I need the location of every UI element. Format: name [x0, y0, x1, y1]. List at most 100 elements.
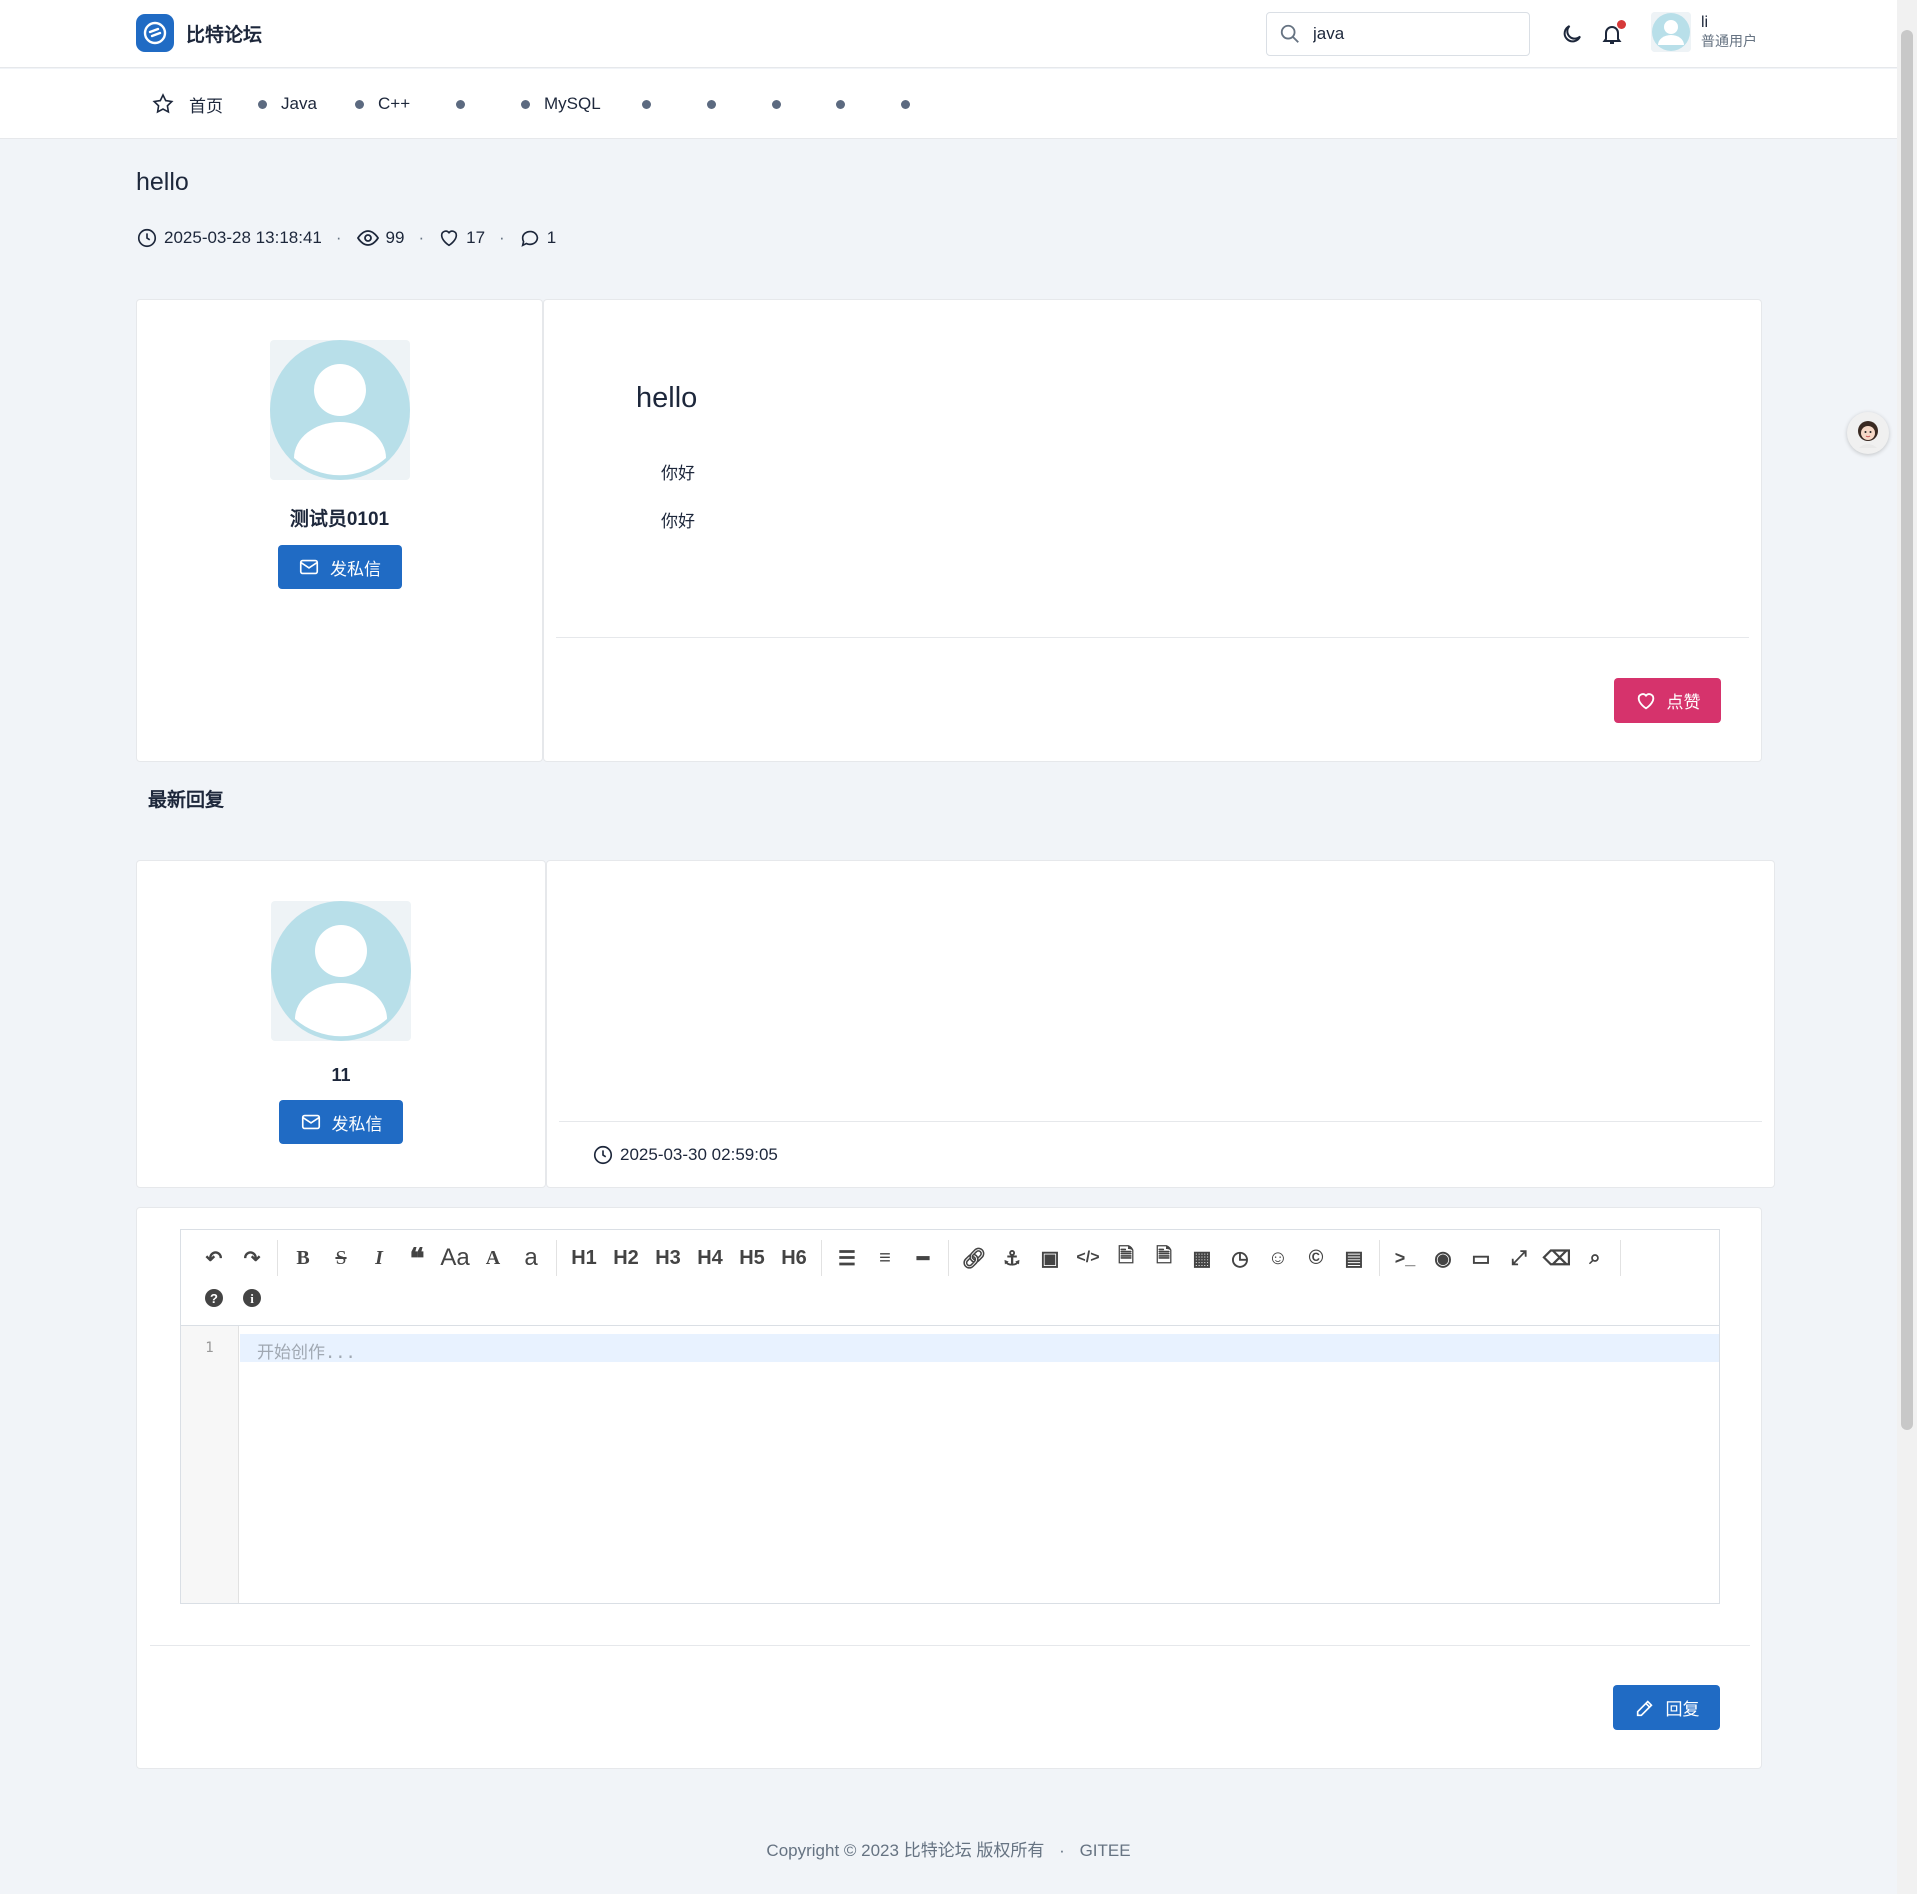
h3-icon[interactable]: H3 — [647, 1240, 689, 1276]
toolbar-divider — [1379, 1240, 1380, 1276]
author-name: 测试员0101 — [289, 509, 390, 530]
search-icon — [1280, 24, 1299, 43]
code-block-icon[interactable]: 🗎︎ — [1107, 1240, 1145, 1276]
clock-icon — [593, 1145, 613, 1165]
reply-content-card: 2025-03-30 02:59:05 — [546, 860, 1775, 1188]
strikethrough-icon[interactable]: S — [322, 1240, 360, 1276]
toolbar-divider — [556, 1240, 557, 1276]
toolbar-divider — [948, 1240, 949, 1276]
content-heading: hello — [636, 382, 698, 414]
search-input[interactable] — [1313, 24, 1513, 44]
help-icon[interactable]: ? — [195, 1280, 233, 1316]
search-icon[interactable]: ⌕ — [1576, 1240, 1614, 1276]
article-meta: 2025-03-28 13:18:41 · 99 · 17 · 1 — [136, 226, 556, 250]
comment-icon — [521, 230, 538, 247]
dark-mode-toggle[interactable] — [1558, 20, 1586, 48]
unordered-list-icon[interactable]: ☰ — [828, 1240, 866, 1276]
submit-reply-label: 回复 — [1665, 1700, 1700, 1719]
h2-icon[interactable]: H2 — [605, 1240, 647, 1276]
nav-item-blank-6[interactable] — [901, 93, 910, 115]
preview-eye-icon[interactable]: ◉ — [1424, 1240, 1462, 1276]
inline-code-icon[interactable]: </> — [1069, 1240, 1107, 1276]
notifications-button[interactable] — [1598, 20, 1626, 48]
toolbar-divider — [1620, 1240, 1621, 1276]
like-button-label: 点赞 — [1666, 693, 1701, 712]
user-menu[interactable]: li 普通用户 — [1651, 12, 1757, 52]
assistant-avatar-icon — [1858, 421, 1878, 448]
nav-item-blank-3[interactable] — [707, 93, 716, 115]
datetime-icon[interactable]: ◷ — [1221, 1240, 1259, 1276]
reply-datetime: 2025-03-30 02:59:05 — [592, 1144, 778, 1166]
code-file-icon[interactable]: 🗎︎ — [1145, 1240, 1183, 1276]
emoji-icon[interactable]: ☺ — [1259, 1240, 1297, 1276]
replies-section-label: 最新回复 — [148, 790, 225, 811]
reply-author-name: 11 — [331, 1065, 351, 1085]
image-icon[interactable]: ▣ — [1031, 1240, 1069, 1276]
brand[interactable]: 比特论坛 — [136, 14, 262, 52]
table-icon[interactable]: ▦ — [1183, 1240, 1221, 1276]
bullet-icon — [258, 99, 267, 109]
reply-send-message-button[interactable]: 发私信 — [279, 1100, 403, 1144]
bold-icon[interactable]: B — [284, 1240, 322, 1276]
italic-icon[interactable]: I — [360, 1240, 398, 1276]
info-icon[interactable]: i — [233, 1280, 271, 1316]
like-count: 17 — [466, 228, 486, 247]
submit-reply-button[interactable]: 回复 — [1613, 1685, 1720, 1730]
h5-icon[interactable]: H5 — [731, 1240, 773, 1276]
h4-icon[interactable]: H4 — [689, 1240, 731, 1276]
page-scrollbar[interactable] — [1897, 0, 1917, 1894]
brand-logo-icon — [136, 14, 174, 52]
editor-placeholder[interactable]: 开始创作... — [257, 1338, 356, 1363]
uppercase-icon[interactable]: Aa — [436, 1240, 474, 1276]
content-paragraph: 你好 — [661, 512, 695, 531]
eraser-icon[interactable]: ⌫ — [1538, 1240, 1576, 1276]
scrollbar-thumb[interactable] — [1901, 30, 1913, 1430]
terminal-icon[interactable]: >_ — [1386, 1240, 1424, 1276]
nav-item-mysql[interactable]: MySQL — [521, 93, 601, 115]
toolbar-divider — [277, 1240, 278, 1276]
quote-icon[interactable]: ❝ — [398, 1240, 436, 1276]
anchor-icon[interactable]: ⚓︎ — [993, 1240, 1031, 1276]
eye-icon — [356, 230, 379, 246]
comment-count: 1 — [546, 228, 557, 247]
desktop-icon[interactable]: ▭ — [1462, 1240, 1500, 1276]
nav-item-cpp[interactable]: C++ — [355, 93, 410, 115]
lowercase-icon[interactable]: a — [512, 1240, 550, 1276]
link-icon[interactable]: 🔗︎ — [955, 1240, 993, 1276]
moon-icon — [1563, 25, 1581, 43]
html-entity-icon[interactable]: © — [1297, 1240, 1335, 1276]
nav-item-blank-4[interactable] — [772, 93, 781, 115]
markdown-editor[interactable]: ↶ ↷ B S I ❝ Aa A a H1 H2 H3 H4 H5 H6 ☰ ≡… — [180, 1229, 1720, 1604]
nav-item-home[interactable]: 首页 — [151, 93, 223, 116]
redo-icon[interactable]: ↷ — [233, 1240, 271, 1276]
h1-icon[interactable]: H1 — [563, 1240, 605, 1276]
search-box[interactable] — [1266, 12, 1530, 56]
nav-item-blank-5[interactable] — [836, 93, 845, 115]
meta-datetime: 2025-03-28 13:18:41 — [136, 227, 322, 249]
nav-item-blank-2[interactable] — [642, 93, 651, 115]
assistant-avatar-button[interactable] — [1847, 412, 1889, 454]
editor-divider — [150, 1645, 1750, 1646]
nav-item-blank-1[interactable] — [456, 93, 465, 115]
send-message-button[interactable]: 发私信 — [277, 545, 402, 589]
fullscreen-icon[interactable]: ⤢ — [1500, 1240, 1538, 1276]
like-button[interactable]: 点赞 — [1614, 678, 1721, 723]
ordered-list-icon[interactable]: ≡ — [866, 1240, 904, 1276]
pagebreak-icon[interactable]: ▤ — [1335, 1240, 1373, 1276]
page-title: hello — [136, 168, 189, 196]
bullet-icon — [707, 99, 716, 109]
undo-icon[interactable]: ↶ — [195, 1240, 233, 1276]
h6-icon[interactable]: H6 — [773, 1240, 815, 1276]
font-size-icon[interactable]: A — [474, 1240, 512, 1276]
footer-gitee-link[interactable]: GITEE — [1080, 1841, 1131, 1860]
brand-name: 比特论坛 — [186, 24, 263, 46]
svg-text:i: i — [250, 1291, 254, 1306]
toolbar-divider — [821, 1240, 822, 1276]
horizontal-rule-icon[interactable]: ━ — [904, 1240, 942, 1276]
clock-icon — [137, 228, 157, 248]
bullet-icon — [456, 99, 465, 109]
content-paragraph: 你好 — [661, 464, 695, 483]
user-name: li — [1701, 14, 1709, 31]
svg-text:?: ? — [210, 1291, 218, 1306]
nav-item-java[interactable]: Java — [258, 93, 317, 115]
